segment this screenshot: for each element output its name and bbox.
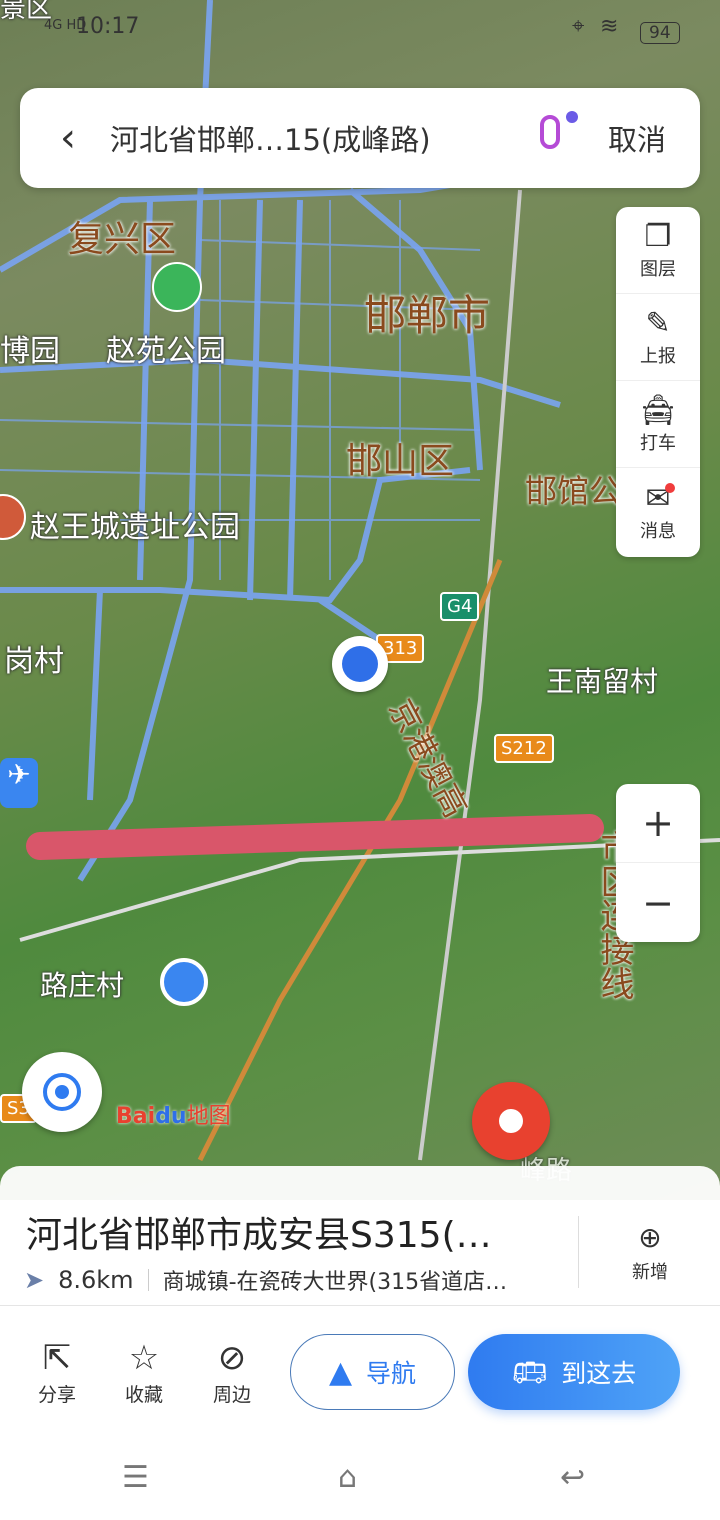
search-query[interactable]: 河北省邯郸…15(成峰路): [110, 117, 532, 159]
divider: [147, 1269, 149, 1291]
zoom-controls: + −: [616, 784, 700, 942]
clock: 10:17: [76, 14, 140, 39]
favorite-button[interactable]: ☆ 收藏: [109, 1336, 179, 1407]
road-shield: S212: [494, 734, 554, 763]
distance: 8.6km: [58, 1266, 134, 1294]
map-label: 博园: [0, 334, 60, 369]
place-card[interactable]: 河北省邯郸市成安县S315(… ➤ 8.6km 商城镇-在瓷砖大世界(315省道…: [0, 1166, 720, 1306]
current-pin-icon[interactable]: [332, 636, 388, 692]
back-icon[interactable]: ↩: [560, 1460, 585, 1495]
go-here-label: 到这去: [561, 1359, 637, 1388]
go-here-button[interactable]: 🚌︎ 到这去: [468, 1334, 680, 1410]
address: 商城镇-在瓷砖大世界(315省道店…: [162, 1270, 508, 1295]
share-icon: ⇱: [42, 1338, 72, 1378]
baidu-logo: Baidu地图: [116, 1104, 231, 1129]
my-location-icon: [160, 958, 208, 1006]
mail-icon: ✉: [645, 481, 675, 517]
map-label: 邯山区: [346, 441, 455, 482]
battery-indicator: 94: [640, 22, 680, 44]
map-label: 路庄村: [40, 969, 125, 1002]
direction-arrow-icon: ➤: [24, 1266, 45, 1294]
zoom-out-button[interactable]: −: [616, 863, 700, 942]
star-icon: ☆: [128, 1338, 160, 1378]
park-icon[interactable]: [152, 262, 202, 312]
report-button[interactable]: ✎ 上报: [616, 294, 700, 381]
place-title: 河北省邯郸市成安县S315(…: [26, 1215, 492, 1256]
divider: [578, 1216, 579, 1288]
crosshair-icon: [43, 1073, 81, 1111]
action-label: 收藏: [124, 1384, 163, 1406]
navigate-label: 导航: [366, 1359, 417, 1388]
compass-icon: ⊘: [217, 1338, 247, 1378]
action-label: 周边: [212, 1384, 251, 1406]
nearby-button[interactable]: ⊘ 周边: [197, 1336, 267, 1407]
taxi-button[interactable]: 🚖︎ 打车: [616, 381, 700, 468]
tool-label: 图层: [640, 259, 676, 280]
home-icon[interactable]: ⌂: [338, 1460, 357, 1495]
bus-icon: 🚌︎: [511, 1355, 548, 1389]
wifi-icon: ≋: [600, 14, 619, 39]
add-button[interactable]: ⊕ 新增: [620, 1218, 680, 1284]
map-tools-panel: ❐ 图层 ✎ 上报 🚖︎ 打车 ✉ 消息: [616, 207, 700, 557]
highway-shield: G4: [440, 592, 480, 621]
tool-label: 上报: [640, 346, 676, 367]
tool-label: 消息: [640, 520, 676, 542]
map-label-park[interactable]: 赵苑公园: [106, 326, 226, 370]
action-bar: ⇱ 分享 ☆ 收藏 ⊘ 周边 ▲ 导航 🚌︎ 到这去: [0, 1305, 720, 1520]
locate-button[interactable]: [22, 1052, 102, 1132]
map-label-poi[interactable]: 赵王城遗址公园: [30, 502, 240, 546]
chevron-left-icon[interactable]: ‹: [60, 115, 110, 161]
map-label: 邯馆公: [525, 472, 622, 510]
taxi-icon: 🚖︎: [638, 393, 678, 428]
microphone-icon[interactable]: [532, 111, 578, 161]
route-highlight: [26, 814, 604, 860]
map-label: 复兴区: [68, 219, 177, 260]
layers-icon: ❐: [644, 219, 672, 254]
messages-button[interactable]: ✉ 消息: [616, 468, 700, 555]
map-label-city: 邯郸市: [364, 291, 491, 340]
layers-button[interactable]: ❐ 图层: [616, 207, 700, 294]
share-button[interactable]: ⇱ 分享: [22, 1336, 92, 1407]
navigation-arrow-icon: ▲: [328, 1354, 353, 1390]
map-label: 岗村: [4, 644, 64, 679]
navigate-button[interactable]: ▲ 导航: [290, 1334, 455, 1410]
zoom-in-button[interactable]: +: [616, 784, 700, 863]
destination-pin-icon[interactable]: [472, 1082, 550, 1160]
add-label: 新增: [632, 1262, 668, 1283]
tool-label: 打车: [640, 433, 676, 454]
search-bar[interactable]: ‹ 河北省邯郸…15(成峰路) 取消: [20, 88, 700, 188]
menu-icon[interactable]: ☰: [122, 1460, 149, 1495]
location-icon: ⌖: [572, 14, 585, 39]
map-label: 王南留村: [546, 665, 659, 698]
cancel-button[interactable]: 取消: [608, 117, 666, 159]
edit-icon: ✎: [645, 306, 671, 341]
add-pin-icon: ⊕: [638, 1221, 662, 1254]
action-label: 分享: [37, 1384, 76, 1406]
airport-icon[interactable]: ✈: [0, 758, 38, 808]
